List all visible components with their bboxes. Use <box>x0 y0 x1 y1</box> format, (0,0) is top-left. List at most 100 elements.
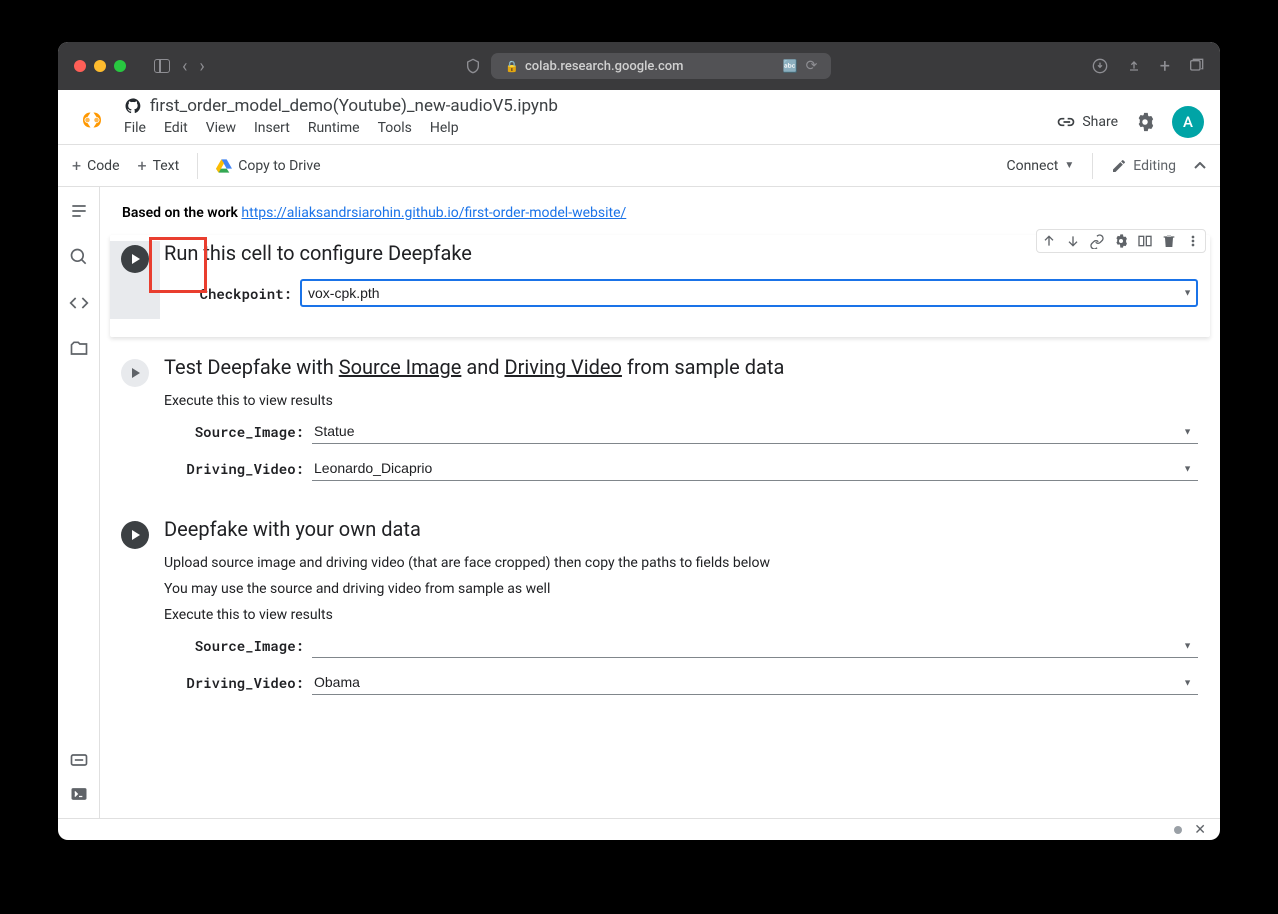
cell-sub3: Execute this to view results <box>164 607 1198 623</box>
cell-link-icon[interactable] <box>1089 233 1105 249</box>
colab-logo-icon[interactable] <box>74 102 110 138</box>
address-group: 🔒 colab.research.google.com 🔤 ⟳ <box>217 53 1080 79</box>
terminal-icon[interactable] <box>69 784 89 804</box>
play-icon <box>132 368 140 378</box>
privacy-shield-icon[interactable] <box>465 58 481 74</box>
run-cell-button[interactable] <box>121 521 149 549</box>
notebook-content[interactable]: Based on the work https://aliaksandrsiar… <box>100 187 1220 818</box>
address-bar[interactable]: 🔒 colab.research.google.com 🔤 ⟳ <box>491 53 831 79</box>
source-image-select[interactable] <box>312 633 1198 658</box>
driving-video-label: Driving_Video: <box>164 673 304 692</box>
cell-own-data[interactable]: Deepfake with your own data Upload sourc… <box>110 511 1210 713</box>
driving-video-select[interactable] <box>312 670 1198 695</box>
menu-view[interactable]: View <box>206 120 236 136</box>
menu-insert[interactable]: Insert <box>254 120 290 136</box>
editing-label: Editing <box>1133 158 1176 174</box>
menu-bar: File Edit View Insert Runtime Tools Help <box>124 116 1042 144</box>
settings-gear-icon[interactable] <box>1134 111 1156 133</box>
plus-icon: + <box>72 156 81 175</box>
minimize-window-button[interactable] <box>94 60 106 72</box>
translate-icon[interactable]: 🔤 <box>783 59 798 73</box>
avatar-letter: A <box>1183 113 1193 131</box>
sidebar-toggle-icon[interactable] <box>154 59 170 73</box>
collapse-icon[interactable] <box>1194 162 1206 170</box>
table-of-contents-icon[interactable] <box>69 201 89 221</box>
connect-button[interactable]: Connect ▼ <box>1006 158 1074 174</box>
url-text: colab.research.google.com <box>525 59 683 74</box>
sidebar-bottom <box>69 750 89 804</box>
traffic-lights <box>74 60 126 72</box>
menu-help[interactable]: Help <box>430 120 459 136</box>
run-cell-button[interactable] <box>121 245 149 273</box>
cell-settings-icon[interactable] <box>1113 233 1129 249</box>
share-button[interactable]: Share <box>1056 114 1118 130</box>
source-image-select[interactable] <box>312 419 1198 444</box>
new-tab-button[interactable]: + <box>1160 56 1170 77</box>
notebook-title[interactable]: first_order_model_demo(Youtube)_new-audi… <box>150 96 558 116</box>
forward-button[interactable]: › <box>199 56 204 77</box>
search-icon[interactable] <box>69 247 89 267</box>
text-label: Text <box>153 158 180 174</box>
cell-subtitle: Execute this to view results <box>164 393 1198 409</box>
refresh-icon[interactable]: ⟳ <box>806 58 818 74</box>
source-image-underline: Source Image <box>339 355 462 379</box>
share-label: Share <box>1082 114 1118 130</box>
status-dot-icon <box>1174 826 1182 834</box>
divider <box>1092 153 1093 179</box>
drive-icon <box>216 159 232 173</box>
mirror-cell-icon[interactable] <box>1137 233 1153 249</box>
more-options-icon[interactable] <box>1185 233 1201 249</box>
link-icon <box>1056 116 1076 128</box>
run-cell-button[interactable] <box>121 359 149 387</box>
browser-chrome: ‹ › 🔒 colab.research.google.com 🔤 ⟳ + <box>58 42 1220 90</box>
cell-test-deepfake[interactable]: Test Deepfake with Source Image and Driv… <box>110 349 1210 499</box>
close-window-button[interactable] <box>74 60 86 72</box>
toolbar: +Code + Text Copy to Drive Connect ▼ Edit… <box>58 145 1220 187</box>
menu-tools[interactable]: Tools <box>378 120 412 136</box>
delete-cell-icon[interactable] <box>1161 233 1177 249</box>
chevron-down-icon: ▼ <box>1064 160 1074 171</box>
header-main: first_order_model_demo(Youtube)_new-audi… <box>124 96 1042 144</box>
back-button[interactable]: ‹ <box>182 56 187 77</box>
driving-video-select[interactable] <box>312 456 1198 481</box>
title-prefix: Test Deepfake with <box>164 355 339 379</box>
cell-sub2: You may use the source and driving video… <box>164 581 1198 597</box>
add-text-button[interactable]: + Text <box>138 156 180 175</box>
colab-header: first_order_model_demo(Youtube)_new-audi… <box>58 90 1220 145</box>
move-down-icon[interactable] <box>1065 233 1081 249</box>
menu-edit[interactable]: Edit <box>164 120 188 136</box>
menu-file[interactable]: File <box>124 120 146 136</box>
add-code-button[interactable]: +Code <box>72 156 120 175</box>
main-area: Based on the work https://aliaksandrsiar… <box>58 187 1220 818</box>
share-icon[interactable] <box>1126 58 1142 74</box>
close-status-icon[interactable]: ✕ <box>1194 822 1206 838</box>
editing-mode-button[interactable]: Editing <box>1111 158 1176 174</box>
title-and: and <box>461 355 504 379</box>
user-avatar[interactable]: A <box>1172 106 1204 138</box>
code-snippets-icon[interactable] <box>69 293 89 313</box>
download-icon[interactable] <box>1092 58 1108 74</box>
command-palette-icon[interactable] <box>69 750 89 770</box>
header-right: Share A <box>1056 106 1204 138</box>
source-image-label: Source_Image: <box>164 422 304 441</box>
divider <box>197 153 198 179</box>
toolbar-right: Connect ▼ Editing <box>1006 153 1206 179</box>
notebook-title-row: first_order_model_demo(Youtube)_new-audi… <box>124 96 1042 116</box>
github-icon <box>124 97 142 115</box>
intro-link[interactable]: https://aliaksandrsiarohin.github.io/fir… <box>241 205 626 221</box>
checkpoint-select[interactable] <box>300 279 1198 307</box>
browser-right-icons: + <box>1092 56 1204 77</box>
play-icon <box>132 254 140 264</box>
tabs-icon[interactable] <box>1188 58 1204 74</box>
maximize-window-button[interactable] <box>114 60 126 72</box>
cell-title: Test Deepfake with Source Image and Driv… <box>164 355 1198 379</box>
intro-prefix: Based on the work <box>122 205 241 221</box>
copy-to-drive-button[interactable]: Copy to Drive <box>216 158 320 174</box>
move-up-icon[interactable] <box>1041 233 1057 249</box>
plus-icon: + <box>138 156 147 175</box>
files-icon[interactable] <box>69 339 89 359</box>
pencil-icon <box>1111 158 1127 174</box>
menu-runtime[interactable]: Runtime <box>308 120 360 136</box>
left-sidebar <box>58 187 100 818</box>
copy-drive-label: Copy to Drive <box>238 158 320 174</box>
